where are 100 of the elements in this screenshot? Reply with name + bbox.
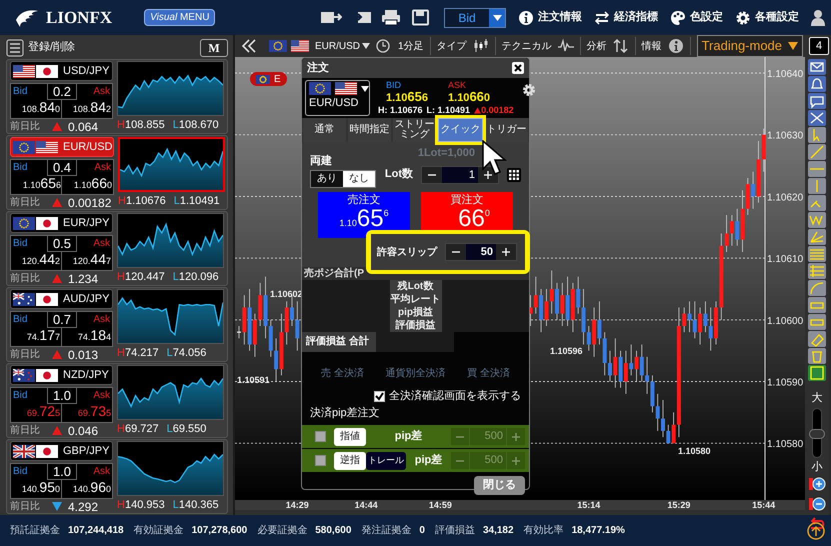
tool-icon[interactable] (808, 59, 826, 75)
tool-icon[interactable] (808, 110, 826, 126)
print-icon[interactable] (380, 9, 402, 26)
candlestick-icon[interactable] (472, 38, 489, 54)
lot-stepper[interactable]: 1 (421, 166, 499, 184)
price-type-dropdown[interactable]: Bid (444, 8, 506, 28)
close-icon[interactable] (512, 62, 524, 74)
tool-icon[interactable] (808, 212, 826, 228)
timeframe-button[interactable]: 1分足 (398, 38, 424, 54)
tool-icon[interactable] (808, 195, 826, 211)
currency-pair-tab[interactable]: AUD/JPY (10, 289, 113, 309)
layout-count[interactable]: 4 (809, 37, 830, 55)
chart-menu-item[interactable]: テクニカル (502, 38, 552, 54)
hedge-option[interactable]: あり (311, 170, 343, 186)
caret-down-icon (492, 14, 502, 20)
tool-icon[interactable] (808, 314, 826, 330)
pair-selector[interactable]: EUR/USD (305, 80, 370, 116)
mode-dropdown[interactable]: Trading-mode (696, 35, 804, 57)
palette-icon[interactable] (670, 10, 686, 26)
caret-down-icon[interactable] (362, 43, 370, 49)
tool-icon[interactable] (808, 76, 826, 92)
ask-price[interactable]: 1.10660 (74, 175, 112, 194)
zoom-in-icon[interactable] (808, 476, 826, 492)
tool-icon[interactable] (808, 246, 826, 262)
keypad-icon[interactable] (507, 168, 521, 182)
ask-price[interactable]: 140.960 (72, 479, 111, 498)
menu-item[interactable]: 注文情報 (538, 9, 582, 26)
export-icon[interactable] (320, 9, 342, 26)
hedge-option[interactable]: なし (343, 170, 375, 186)
tool-icon[interactable] (808, 229, 826, 245)
order-type-tab[interactable]: トリガー (485, 118, 528, 142)
scroll-top-icon[interactable] (807, 522, 825, 540)
currency-pair-tab[interactable]: GBP/JPY (10, 441, 113, 461)
waveform-icon[interactable] (558, 38, 574, 54)
tool-icon[interactable] (808, 93, 826, 109)
tool-icon[interactable] (808, 331, 826, 347)
clock-icon[interactable] (376, 39, 392, 53)
user-icon[interactable] (811, 8, 825, 26)
price-annotation: 1.10602 (270, 289, 303, 299)
checkbox[interactable] (374, 390, 385, 402)
currency-pair-tab[interactable]: NZD/JPY (10, 365, 113, 385)
chart-menu-item[interactable]: タイプ (436, 38, 467, 54)
ask-price[interactable]: 74.184 (78, 327, 111, 346)
list-icon[interactable] (6, 38, 24, 56)
order-type-tab[interactable]: クイック (438, 118, 483, 142)
visual-menu-button[interactable]: Visual MENU (144, 9, 216, 26)
ask-price[interactable]: 108.842 (72, 99, 111, 118)
up-down-arrows-icon[interactable] (612, 38, 629, 54)
bid-price[interactable]: 108.840 (22, 99, 60, 118)
currency-pair-tab[interactable]: EUR/JPY (10, 213, 113, 233)
tool-icon[interactable] (808, 297, 826, 313)
slider-thumb[interactable] (809, 428, 825, 438)
zoom-slider[interactable] (812, 408, 822, 458)
order-type-tab[interactable]: 通常 (303, 118, 346, 142)
order-type-tab[interactable]: ストリーミング (393, 118, 436, 142)
menu-item[interactable]: 色設定 (690, 9, 723, 26)
low-value: 120.096 (178, 271, 219, 283)
info-icon[interactable] (518, 10, 534, 26)
currency-pair-tab[interactable]: EUR/USD (10, 137, 114, 157)
high-label: H (117, 347, 125, 359)
tool-icon[interactable] (808, 348, 826, 364)
change-label: 前日比 (10, 500, 40, 514)
tool-icon[interactable] (808, 161, 826, 177)
chart-menu-item[interactable]: 情報 (642, 38, 662, 54)
settings-icon[interactable] (522, 83, 536, 97)
menu-item[interactable]: 各種設定 (755, 9, 799, 26)
slippage-stepper[interactable]: 50 (445, 243, 517, 261)
bid-price[interactable]: 74.177 (26, 327, 60, 346)
bid-price[interactable]: 69.725 (26, 403, 60, 422)
tool-icon[interactable] (808, 263, 826, 279)
edit-link[interactable]: 登録/削除 (28, 39, 200, 56)
zoom-out-icon[interactable] (808, 496, 826, 512)
sell-order-button[interactable]: 売注文 1.1065$^{6}$ (318, 192, 410, 238)
mode-button[interactable]: M (200, 38, 228, 56)
tool-icon[interactable] (808, 127, 826, 143)
bid-price[interactable]: 140.950 (22, 479, 60, 498)
ask-price[interactable]: 120.447 (72, 251, 111, 270)
bid-price[interactable]: 120.442 (22, 251, 60, 270)
menu-item[interactable]: 経済指標 (614, 9, 658, 26)
currency-pair-tab[interactable]: USD/JPY (10, 61, 113, 81)
low-value: 74.056 (172, 347, 206, 359)
tool-icon[interactable] (808, 280, 826, 296)
collapse-icon[interactable] (241, 39, 257, 53)
return-arrow-icon[interactable] (808, 516, 826, 532)
low-label: L (172, 119, 179, 131)
chart-menu-item[interactable]: 分析 (586, 38, 607, 54)
order-type-tab[interactable]: 時間指定 (348, 118, 391, 142)
ask-price[interactable]: 69.735 (78, 403, 111, 422)
tool-icon[interactable] (808, 365, 826, 381)
exchange-icon[interactable] (594, 10, 610, 26)
change-label: 前日比 (10, 196, 40, 210)
info-icon[interactable] (668, 38, 684, 54)
pair-dropdown[interactable]: EUR/USD (315, 38, 360, 54)
time-axis-label: 14:44 (354, 500, 378, 510)
save-icon[interactable] (410, 9, 432, 26)
position-tag[interactable]: E (250, 72, 287, 86)
bid-price[interactable]: 1.10656 (22, 175, 61, 194)
tool-icon[interactable] (808, 178, 826, 194)
tool-icon[interactable] (808, 144, 826, 160)
time-axis-label: 15:44 (752, 500, 776, 510)
